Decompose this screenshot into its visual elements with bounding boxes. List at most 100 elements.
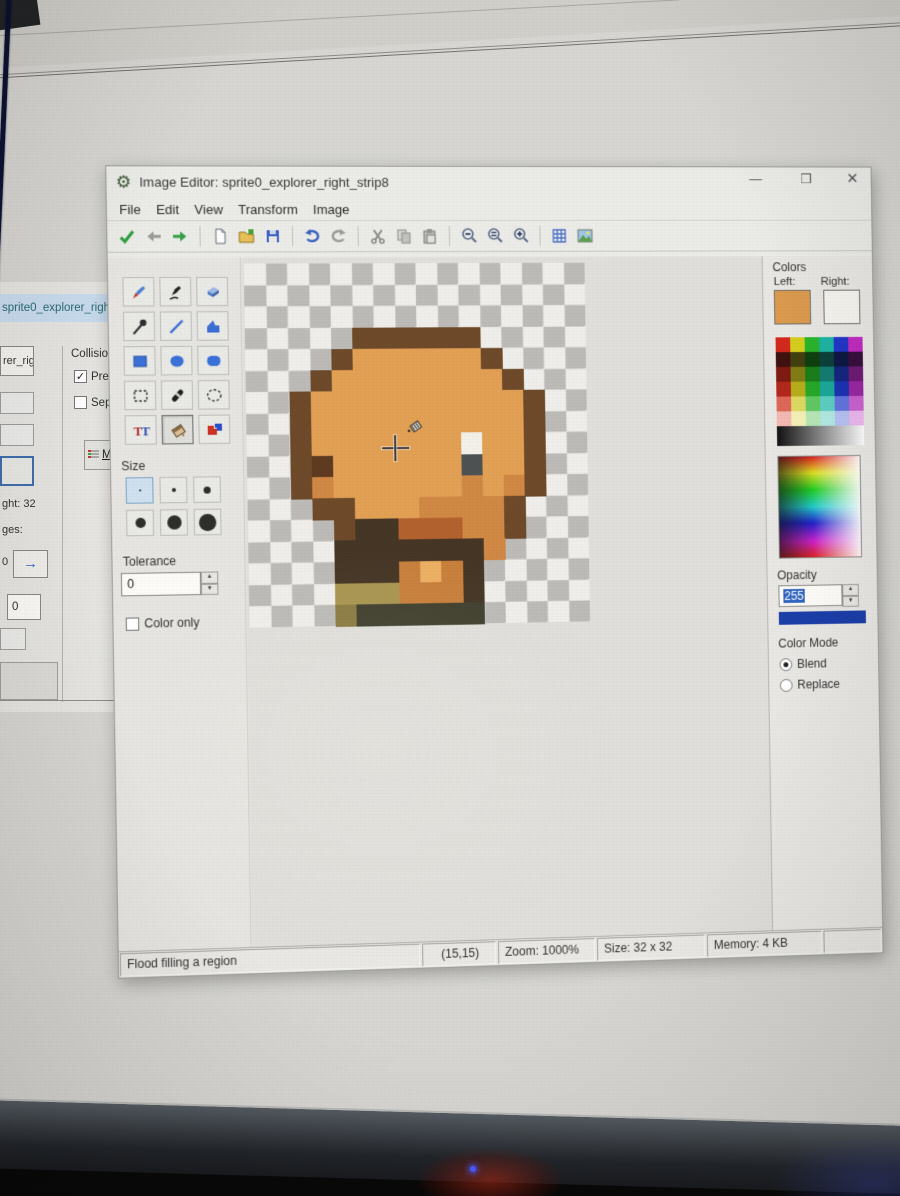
palette-color-4[interactable] — [833, 336, 849, 352]
palette-color-7[interactable] — [790, 351, 806, 367]
fill-tool[interactable] — [161, 414, 194, 445]
color-spectrum[interactable] — [777, 454, 863, 559]
spinner-up-icon[interactable]: ▲ — [200, 571, 219, 584]
maximize-button[interactable]: ❒ — [791, 167, 820, 191]
origin-value-field[interactable]: 0 — [7, 594, 41, 620]
palette-color-30[interactable] — [776, 411, 792, 427]
paste-button[interactable] — [419, 225, 441, 247]
resource-tree-selected-item[interactable]: sprite0_explorer_right_s — [0, 294, 124, 322]
opacity-spinner[interactable]: ▲ ▼ — [842, 583, 859, 607]
size-3-button[interactable] — [193, 476, 222, 503]
left-color-swatch[interactable] — [773, 289, 812, 325]
titlebar[interactable]: ⚙ Image Editor: sprite0_explorer_right_s… — [106, 166, 871, 199]
opacity-input[interactable]: 255 — [778, 584, 843, 608]
palette-color-22[interactable] — [834, 381, 850, 397]
palette-color-9[interactable] — [819, 351, 835, 367]
palette-color-16[interactable] — [834, 366, 849, 382]
menu-item-edit[interactable]: Edit — [156, 202, 179, 217]
replace-radio[interactable]: Replace — [779, 676, 879, 692]
menu-item-transform[interactable]: Transform — [238, 202, 298, 217]
palette-color-12[interactable] — [775, 366, 791, 382]
palette-color-32[interactable] — [805, 411, 821, 426]
palette-color-10[interactable] — [833, 351, 849, 367]
zoom-in-button[interactable] — [510, 225, 532, 247]
radio-selected-icon[interactable] — [779, 657, 793, 671]
spinner-down-icon[interactable]: ▼ — [842, 595, 859, 607]
palette-color-33[interactable] — [820, 410, 835, 426]
color-picker-tool[interactable] — [122, 311, 156, 342]
copy-button[interactable] — [393, 225, 415, 247]
select-rectangle-tool[interactable] — [124, 380, 157, 411]
size-5-button[interactable] — [159, 509, 188, 536]
palette-color-35[interactable] — [849, 410, 864, 426]
size-6-button[interactable] — [193, 508, 222, 536]
cut-button[interactable] — [367, 225, 389, 247]
save-button[interactable] — [261, 225, 284, 247]
palette-color-5[interactable] — [848, 336, 863, 352]
palette-color-26[interactable] — [805, 396, 821, 412]
forward-arrow-button[interactable] — [169, 225, 192, 247]
back-arrow-button[interactable] — [142, 225, 165, 247]
undo-button[interactable] — [301, 225, 324, 247]
sprite-name-field[interactable]: rer_rig — [0, 346, 34, 376]
property-field[interactable] — [0, 392, 34, 414]
zoom-reset-button[interactable] — [484, 225, 506, 247]
checkbox-checked-icon[interactable]: ✓ — [74, 370, 87, 383]
palette-color-19[interactable] — [790, 381, 806, 397]
palette-color-31[interactable] — [791, 411, 806, 427]
property-button[interactable] — [0, 628, 26, 650]
palette-color-13[interactable] — [790, 366, 806, 382]
rectangle-tool[interactable] — [123, 346, 156, 376]
palette-color-21[interactable] — [819, 381, 835, 397]
ellipse-tool[interactable] — [160, 345, 193, 376]
palette-color-8[interactable] — [804, 351, 820, 367]
checkbox-empty-icon[interactable] — [74, 396, 87, 409]
palette-color-6[interactable] — [775, 352, 791, 368]
rounded-rectangle-tool[interactable] — [197, 345, 230, 376]
toggle-grid-button[interactable] — [548, 225, 570, 247]
palette-color-3[interactable] — [819, 337, 834, 352]
canvas-settings-button[interactable] — [574, 225, 596, 247]
palette-color-14[interactable] — [805, 366, 820, 382]
blend-radio[interactable]: Blend — [779, 655, 878, 671]
size-2-button[interactable] — [159, 476, 188, 504]
next-subimage-button[interactable]: → — [13, 550, 48, 578]
spinner-up-icon[interactable]: ▲ — [842, 583, 859, 596]
palette-color-28[interactable] — [834, 396, 850, 411]
palette-color-27[interactable] — [820, 396, 835, 412]
checkbox-empty-icon[interactable] — [125, 616, 140, 631]
confirm-button[interactable] — [115, 225, 138, 247]
minimize-button[interactable]: — — [741, 167, 771, 191]
airbrush-tool[interactable] — [160, 380, 194, 410]
zoom-out-button[interactable] — [458, 225, 480, 247]
menu-item-view[interactable]: View — [194, 202, 223, 217]
palette-color-34[interactable] — [834, 410, 850, 426]
new-file-button[interactable] — [209, 225, 232, 247]
property-field-focused[interactable] — [0, 456, 34, 486]
select-ellipse-tool[interactable] — [197, 380, 230, 410]
radio-empty-icon[interactable] — [779, 678, 793, 692]
replace-color-tool[interactable] — [198, 414, 231, 445]
eraser-tool[interactable] — [196, 276, 229, 307]
open-file-button[interactable] — [235, 225, 258, 247]
palette-color-23[interactable] — [848, 381, 864, 397]
palette-color-0[interactable] — [775, 337, 791, 353]
redo-button[interactable] — [327, 225, 350, 247]
tolerance-input[interactable]: 0 — [120, 571, 202, 597]
palette-color-1[interactable] — [790, 337, 805, 353]
palette-color-25[interactable] — [790, 396, 806, 412]
menu-item-file[interactable]: File — [119, 202, 141, 217]
palette-color-20[interactable] — [805, 381, 821, 397]
tolerance-spinner[interactable]: ▲ ▼ — [200, 571, 219, 596]
sprite-canvas[interactable] — [243, 262, 591, 628]
line-tool[interactable] — [159, 311, 193, 341]
pen-tool[interactable] — [159, 276, 192, 307]
property-button[interactable] — [0, 662, 58, 700]
palette-color-11[interactable] — [848, 351, 864, 367]
right-color-swatch[interactable] — [823, 289, 861, 325]
grayscale-strip[interactable] — [776, 425, 865, 447]
palette-color-29[interactable] — [849, 395, 864, 411]
size-4-button[interactable] — [126, 509, 155, 537]
palette-color-17[interactable] — [848, 366, 864, 382]
palette-color-2[interactable] — [804, 337, 820, 352]
